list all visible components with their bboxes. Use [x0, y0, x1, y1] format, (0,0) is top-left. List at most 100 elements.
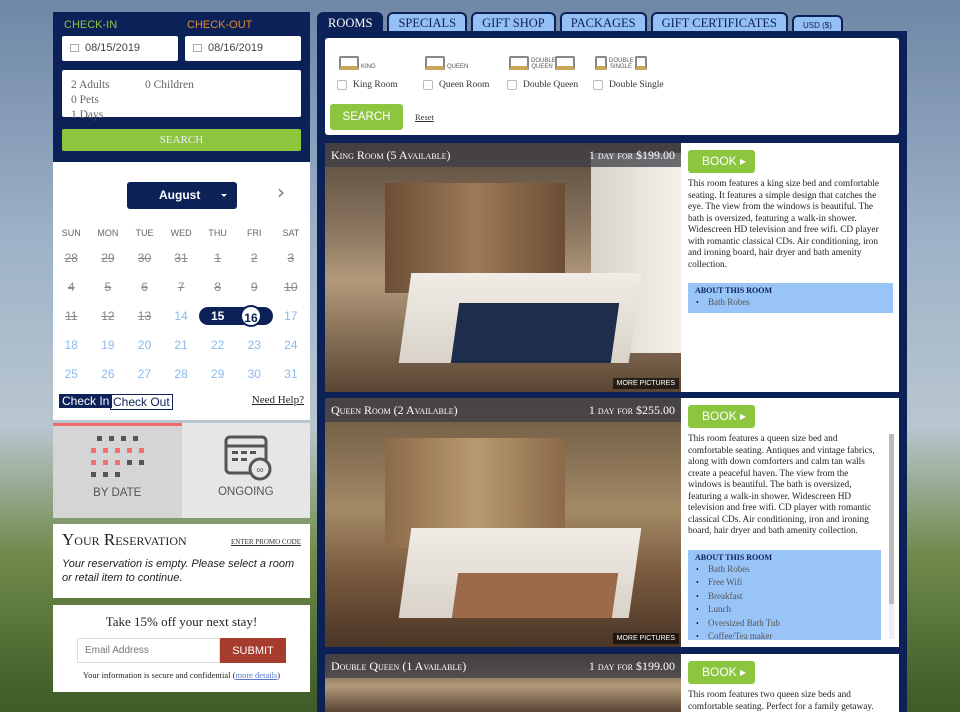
room-price: 1 day for $255.00 — [588, 403, 675, 417]
amenity: Free Wifi — [695, 576, 874, 590]
calendar-day[interactable]: 31 — [273, 365, 310, 383]
calendar-day: 6 — [141, 280, 148, 294]
more-details-link[interactable]: more details — [235, 670, 277, 680]
check-in-legend: Check In — [59, 394, 113, 408]
reservation-title: Your Reservation — [62, 530, 187, 549]
guests-field[interactable]: 2 Adults 0 Children 0 Pets 1 Days — [62, 70, 301, 121]
book-button[interactable]: BOOK ▸ — [688, 405, 755, 428]
queen-label: Queen Room — [439, 80, 490, 90]
calendar-day: 30 — [137, 251, 152, 265]
book-button[interactable]: BOOK ▸ — [688, 150, 755, 173]
calendar-day: 12 — [101, 309, 115, 323]
checkout-label: CHECK-OUT — [187, 19, 253, 31]
day-number: 16 — [239, 305, 262, 327]
double-queen-label: Double Queen — [523, 80, 579, 90]
month-select[interactable]: August — [127, 182, 237, 209]
calendar-day[interactable]: 28 — [163, 365, 200, 383]
bed-icon — [425, 56, 445, 70]
tab-bar: ROOMS SPECIALS GIFT SHOP PACKAGES GIFT C… — [317, 12, 843, 33]
promo-title: Take 15% off your next stay! — [105, 614, 258, 629]
room-title: Double Queen (1 Available) — [331, 659, 467, 673]
calendar-day[interactable]: 19 — [90, 336, 127, 354]
calendar-day[interactable]: 29 — [199, 365, 236, 383]
scrollbar[interactable] — [889, 434, 894, 639]
amenity: Oversized Bath Tub — [695, 617, 874, 631]
room-photo[interactable]: King Room (5 Available) 1 day for $199.00… — [325, 143, 681, 392]
calendar-day: 4 — [67, 280, 75, 294]
ongoing-button[interactable]: ∞ ONGOING — [182, 423, 311, 518]
bed-icon — [555, 56, 575, 70]
calendar-day: 31 — [174, 251, 188, 265]
filter-search-button[interactable]: SEARCH — [330, 104, 403, 130]
calendar-day: 11 — [65, 309, 78, 323]
room-card-king: King Room (5 Available) 1 day for $199.00… — [325, 143, 899, 392]
submit-button[interactable]: SUBMIT — [220, 638, 286, 663]
calendar-day[interactable]: 25 — [53, 365, 90, 383]
room-photo[interactable]: Queen Room (2 Available) 1 day for $255.0… — [325, 398, 681, 647]
calendar-day[interactable]: 30 — [236, 365, 273, 383]
check-out-legend: Check Out — [110, 394, 173, 410]
need-help-link[interactable]: Need Help? — [252, 394, 304, 406]
room-photo[interactable]: Double Queen (1 Available) 1 day for $199… — [325, 654, 681, 712]
calendar-day[interactable]: 27 — [126, 365, 163, 383]
weekday-header: SAT — [282, 228, 300, 238]
calendar-day: 3 — [287, 251, 295, 265]
bed-icon — [635, 56, 647, 70]
calendar-day[interactable]: 24 — [273, 336, 310, 354]
checkout-field[interactable]: 08/16/2019 — [185, 36, 301, 61]
room-title: King Room (5 Available) — [331, 148, 451, 162]
tab-specials[interactable]: SPECIALS — [387, 12, 468, 32]
month-label: August — [159, 188, 201, 202]
amenity: Bath Robes — [695, 296, 886, 310]
currency-select[interactable]: USD ($) — [791, 15, 843, 32]
calendar-icon — [193, 44, 202, 52]
tab-gift-certificates[interactable]: GIFT CERTIFICATES — [650, 12, 788, 32]
tab-gift-shop[interactable]: GIFT SHOP — [471, 12, 556, 32]
calendar-day[interactable]: 16 — [235, 305, 273, 327]
promo-code-link[interactable]: ENTER PROMO CODE — [231, 538, 301, 546]
book-button[interactable]: BOOK ▸ — [688, 661, 755, 684]
booking-form: CHECK-IN CHECK-OUT 08/15/2019 08/16/2019… — [53, 12, 310, 162]
filter-double-queen[interactable]: DOUBLE QUEEN Double Queen — [507, 48, 578, 90]
checkin-field[interactable]: 08/15/2019 — [62, 36, 178, 61]
double-queen-icon-label: DOUBLE QUEEN — [531, 58, 556, 70]
calendar-day[interactable]: 17 — [273, 307, 310, 325]
amenity: Breakfast — [695, 590, 874, 604]
queen-checkbox[interactable] — [423, 80, 433, 90]
children: 0 Children — [145, 79, 194, 91]
calendar-day[interactable]: 21 — [163, 336, 200, 354]
more-pictures-button[interactable]: MORE PICTURES — [612, 378, 679, 389]
tab-packages[interactable]: PACKAGES — [559, 12, 647, 32]
email-input[interactable] — [77, 638, 220, 663]
filter-king[interactable]: KING King Room — [337, 48, 398, 90]
calendar-day[interactable]: 26 — [90, 365, 127, 383]
calendar-day: 5 — [104, 280, 112, 294]
by-date-button[interactable]: BY DATE — [53, 423, 182, 518]
chevron-right-icon[interactable]: › — [277, 180, 285, 204]
ongoing-label: ONGOING — [217, 486, 274, 498]
calendar-day[interactable]: 23 — [236, 336, 273, 354]
filter-queen[interactable]: QUEEN Queen Room — [423, 48, 489, 90]
promo-panel: Take 15% off your next stay! SUBMIT Your… — [53, 605, 310, 692]
reset-link[interactable]: Reset — [415, 112, 434, 122]
tab-rooms[interactable]: ROOMS — [317, 12, 384, 33]
filter-double-single[interactable]: DOUBLE SINGLE Double Single — [593, 48, 664, 90]
weekday-header: FRI — [247, 228, 262, 238]
double-queen-checkbox[interactable] — [507, 80, 517, 90]
calendar-day[interactable]: 22 — [199, 336, 236, 354]
book-label: BOOK — [702, 154, 737, 168]
calendar-day[interactable]: 15 — [199, 307, 236, 325]
weekday-header: SUN — [61, 228, 81, 238]
calendar-day[interactable]: 20 — [126, 336, 163, 354]
calendar-grid-icon — [91, 436, 145, 477]
calendar-day[interactable]: 18 — [53, 336, 90, 354]
more-pictures-button[interactable]: MORE PICTURES — [612, 633, 679, 644]
king-checkbox[interactable] — [337, 80, 347, 90]
rooms-panel: KING King Room QUEEN Queen Room DOUBLE QUE… — [317, 31, 907, 712]
checkin-label: CHECK-IN — [64, 19, 118, 31]
about-title: ABOUT THIS ROOM — [695, 286, 773, 295]
double-single-checkbox[interactable] — [593, 80, 603, 90]
search-button[interactable]: SEARCH — [62, 129, 301, 151]
calendar-day: 9 — [250, 280, 258, 294]
calendar-day[interactable]: 14 — [163, 307, 200, 325]
